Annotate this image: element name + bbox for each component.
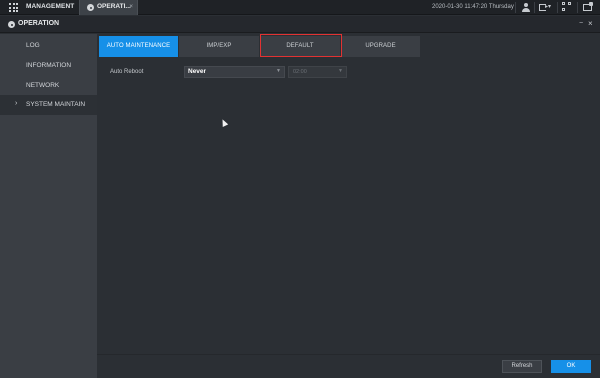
grid-menu-icon[interactable] (9, 3, 18, 12)
exit-icon[interactable]: ▸▾ (537, 2, 555, 13)
sidebar-item-label: NETWORK (26, 82, 60, 89)
refresh-button[interactable]: Refresh (502, 360, 542, 373)
operation-icon (8, 21, 15, 28)
mouse-cursor-icon (219, 118, 229, 127)
datetime-display: 2020-01-30 11:47:20 Thursday (432, 4, 514, 10)
close-icon[interactable]: × (588, 19, 593, 28)
sidebar-item-label: INFORMATION (26, 62, 72, 69)
main-panel: AUTO MAINTENANCE IMP/EXP DEFAULT UPGRADE… (97, 34, 600, 378)
window-title-bar: OPERATION − × (0, 16, 600, 33)
tab-close-icon[interactable]: × (129, 3, 133, 10)
sidebar-item-system-maintain[interactable]: › SYSTEM MAINTAIN (0, 95, 97, 115)
reboot-time-select[interactable]: 02:00 ▼ (288, 66, 347, 78)
separator (534, 2, 535, 13)
top-bar: MANAGEMENT OPERATI... × 2020-01-30 11:47… (0, 0, 600, 15)
tab-auto-maintenance[interactable]: AUTO MAINTENANCE (99, 36, 178, 57)
chevron-down-icon: ▼ (276, 68, 281, 74)
tab-imp-exp[interactable]: IMP/EXP (179, 36, 259, 57)
minimize-icon[interactable]: − (579, 20, 583, 27)
separator (557, 2, 558, 13)
ok-button[interactable]: OK (551, 360, 591, 373)
sidebar-item-information[interactable]: INFORMATION (0, 56, 97, 76)
bottom-action-bar: Refresh OK (97, 354, 600, 378)
alarm-monitor-icon[interactable] (580, 2, 594, 13)
tab-upgrade[interactable]: UPGRADE (341, 36, 420, 57)
chevron-right-icon: › (15, 100, 18, 107)
separator (515, 2, 516, 13)
separator (577, 2, 578, 13)
user-icon[interactable] (519, 2, 533, 13)
operation-tab-label: OPERATI... (97, 3, 131, 10)
reboot-time-value: 02:00 (293, 69, 307, 75)
sidebar-item-label: SYSTEM MAINTAIN (26, 101, 86, 108)
auto-reboot-select[interactable]: Never ▼ (184, 66, 285, 78)
operation-tab[interactable]: OPERATI... × (79, 0, 138, 15)
sidebar: LOG INFORMATION NETWORK › SYSTEM MAINTAI… (0, 34, 97, 378)
management-menu-label[interactable]: MANAGEMENT (26, 3, 74, 10)
default-tab-highlight-box (260, 34, 342, 57)
sidebar-item-label: LOG (26, 42, 40, 49)
qr-code-icon[interactable] (560, 2, 574, 13)
operation-tab-icon (87, 4, 94, 11)
chevron-down-icon: ▼ (338, 68, 343, 74)
sidebar-item-network[interactable]: NETWORK (0, 76, 97, 96)
auto-reboot-value: Never (188, 68, 207, 75)
auto-reboot-label: Auto Reboot (110, 69, 144, 75)
page-title: OPERATION (18, 20, 60, 27)
sidebar-item-log[interactable]: LOG (0, 36, 97, 56)
